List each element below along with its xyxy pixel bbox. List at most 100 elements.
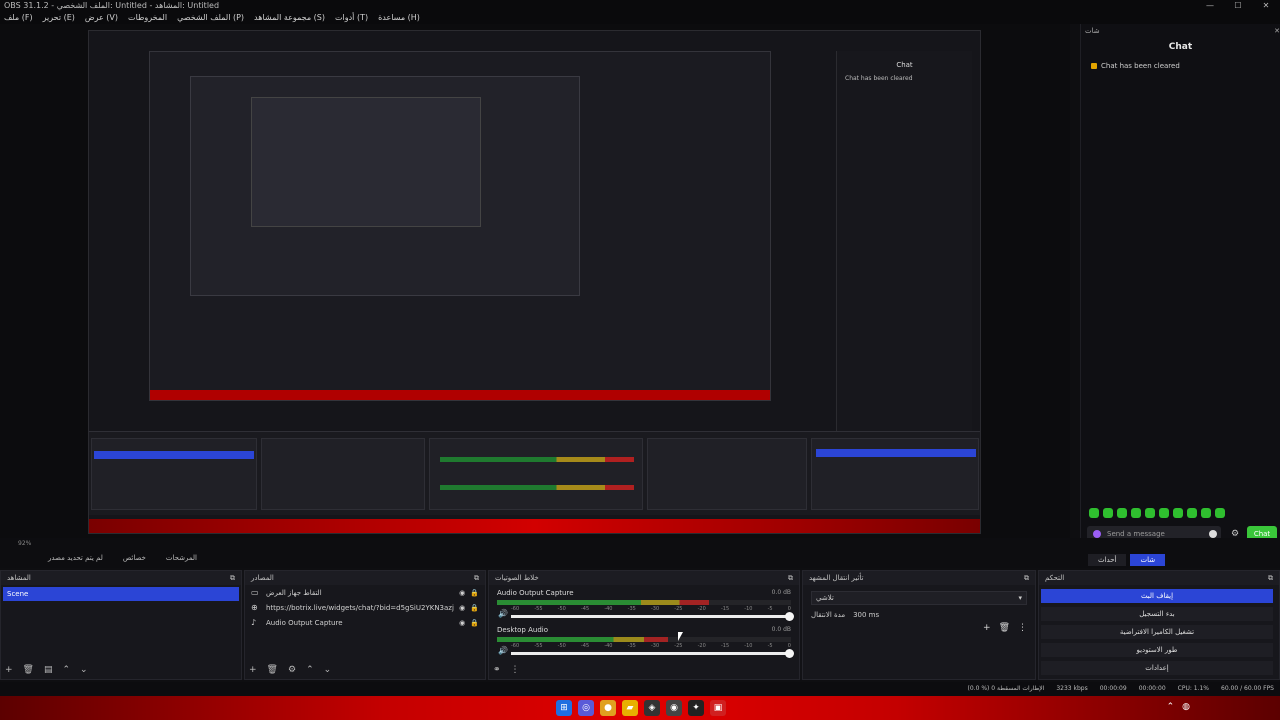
tab-chat[interactable]: شات (1130, 554, 1166, 566)
emote-icon[interactable] (1201, 508, 1211, 518)
undock-icon[interactable]: ⧉ (1024, 571, 1029, 585)
trash-icon[interactable]: 🗑 (999, 623, 1010, 633)
nested-sources-dock (261, 438, 425, 510)
emote-icon[interactable] (1089, 508, 1099, 518)
track-db: 0.0 dB (771, 626, 791, 633)
emoji-icon[interactable] (1209, 530, 1217, 538)
volume-slider-knob[interactable] (785, 649, 794, 658)
emote-icon[interactable] (1103, 508, 1113, 518)
visibility-eye-icon[interactable]: ◉ (459, 589, 465, 597)
menu-file[interactable]: ملف (F) (4, 12, 33, 24)
preview-canvas[interactable]: Chat Chat has been cleared (88, 30, 981, 534)
scene-item[interactable]: Scene (3, 587, 239, 601)
add-icon[interactable]: + (5, 665, 13, 675)
settings-button[interactable]: إعدادات (1041, 661, 1273, 675)
obs-icon[interactable]: ◉ (666, 700, 682, 716)
trash-icon[interactable]: 🗑 (267, 665, 278, 675)
volume-slider[interactable]: 🔊 (498, 609, 794, 621)
properties-button[interactable]: خصائص (123, 554, 146, 562)
controls-dock-header: التحكم ⧉ (1039, 571, 1279, 585)
move-down-icon[interactable]: ⌄ (324, 665, 332, 675)
tray-chevron-icon[interactable]: ⌃ (1167, 702, 1175, 712)
emote-icon[interactable] (1159, 508, 1169, 518)
bitrate: 3233 kbps (1056, 685, 1088, 692)
tick: -55 (534, 606, 543, 612)
trash-icon[interactable]: 🗑 (23, 665, 34, 675)
chrome-icon[interactable]: ● (600, 700, 616, 716)
visibility-eye-icon[interactable]: ◉ (459, 619, 465, 627)
chevron-down-icon: ▾ (1018, 594, 1022, 602)
undock-icon[interactable]: ⧉ (1268, 571, 1273, 585)
undock-icon[interactable]: ⧉ (474, 571, 479, 585)
minimize-button[interactable]: — (1196, 0, 1224, 12)
visibility-eye-icon[interactable]: ◉ (459, 604, 465, 612)
move-down-icon[interactable]: ⌄ (80, 665, 88, 675)
emote-icon[interactable] (1173, 508, 1183, 518)
scenes-dock: المشاهد ⧉ Scene + 🗑 ▤ ⌃ ⌄ (0, 570, 242, 680)
emote-icon[interactable] (1145, 508, 1155, 518)
volume-slider-knob[interactable] (785, 612, 794, 621)
menu-profile[interactable]: الملف الشخصي (P) (177, 12, 244, 24)
app-icon[interactable]: ✦ (688, 700, 704, 716)
network-icon[interactable]: ◍ (1182, 702, 1190, 712)
duration-value[interactable]: 300 ms (853, 611, 879, 619)
tick: -35 (627, 606, 636, 612)
filter-icon[interactable]: ▤ (44, 665, 53, 675)
volume-slider[interactable]: 🔊 (498, 646, 794, 658)
menu-scene-collection[interactable]: مجموعة المشاهد (S) (254, 12, 325, 24)
mixer-title: خلاط الصوتيات (495, 574, 539, 582)
lock-icon[interactable]: 🔒 (470, 604, 479, 612)
transition-select[interactable]: تلاشي ▾ (811, 591, 1027, 605)
menu-edit[interactable]: تحرير (E) (43, 12, 75, 24)
chat-dock: شات ✕ Chat Chat has been cleared Send a … (1080, 24, 1280, 546)
nested-bottom-taskbar (89, 519, 980, 533)
lock-icon[interactable]: 🔒 (470, 619, 479, 627)
more-options-icon[interactable]: ⋮ (511, 665, 520, 675)
transitions-dock: تأثير انتقال المشهد ⧉ تلاشي ▾ مدة الانتق… (802, 570, 1036, 680)
maximize-button[interactable]: ☐ (1224, 0, 1252, 12)
move-up-icon[interactable]: ⌃ (63, 665, 71, 675)
add-icon[interactable]: + (249, 665, 257, 675)
menu-docks[interactable]: المخروطات (128, 12, 167, 24)
more-options-icon[interactable]: ⋮ (1018, 623, 1027, 633)
source-item[interactable]: ⊕ https://botrix.live/widgets/chat/?bid=… (245, 600, 485, 615)
track-name: Desktop Audio (497, 626, 548, 634)
menu-view[interactable]: عرض (V) (85, 12, 118, 24)
lock-icon[interactable]: 🔒 (470, 589, 479, 597)
start-recording-button[interactable]: بدء التسجيل (1041, 607, 1273, 621)
emote-icon[interactable] (1117, 508, 1127, 518)
source-item[interactable]: ▭ التقاط جهاز العرض ◉ 🔒 (245, 585, 485, 600)
recording-app-icon[interactable]: ▣ (710, 700, 726, 716)
controls-title: التحكم (1045, 574, 1065, 582)
link-icon[interactable]: ⚭ (493, 665, 501, 675)
undock-icon[interactable]: ⧉ (230, 571, 235, 585)
tick: -15 (720, 606, 730, 612)
speaker-icon[interactable]: 🔊 (498, 646, 508, 655)
source-toolbar: لم يتم تحديد مصدر خصائص المرشحات (48, 554, 197, 562)
studio-mode-button[interactable]: طور الاستوديو (1041, 643, 1273, 657)
chat-dock-close-icon[interactable]: ✕ (1274, 24, 1280, 38)
source-item[interactable]: ♪ Audio Output Capture ◉ 🔒 (245, 615, 485, 630)
start-virtual-camera-button[interactable]: تشغيل الكاميرا الافتراضية (1041, 625, 1273, 639)
steam-icon[interactable]: ◈ (644, 700, 660, 716)
sources-dock-header: المصادر ⧉ (245, 571, 485, 585)
emote-icon[interactable] (1131, 508, 1141, 518)
undock-icon[interactable]: ⧉ (788, 571, 793, 585)
add-icon[interactable]: + (983, 623, 991, 633)
speaker-icon[interactable]: 🔊 (498, 609, 508, 618)
tab-events[interactable]: أحداث (1088, 554, 1127, 566)
stop-streaming-button[interactable]: إيقاف البث (1041, 589, 1273, 603)
windows-start-icon[interactable]: ⊞ (556, 700, 572, 716)
filters-button[interactable]: المرشحات (166, 554, 197, 562)
menu-tools[interactable]: أدوات (T) (335, 12, 368, 24)
tick: -10 (744, 606, 753, 612)
move-up-icon[interactable]: ⌃ (306, 665, 314, 675)
folder-icon[interactable]: ▰ (622, 700, 638, 716)
emote-icon[interactable] (1187, 508, 1197, 518)
close-button[interactable]: ✕ (1252, 0, 1280, 12)
emote-icon[interactable] (1215, 508, 1225, 518)
menu-help[interactable]: مساعدة (H) (378, 12, 420, 24)
controls-dock: التحكم ⧉ إيقاف البث بدء التسجيل تشغيل ال… (1038, 570, 1280, 680)
gear-icon[interactable]: ⚙ (288, 665, 296, 675)
discord-icon[interactable]: ◎ (578, 700, 594, 716)
